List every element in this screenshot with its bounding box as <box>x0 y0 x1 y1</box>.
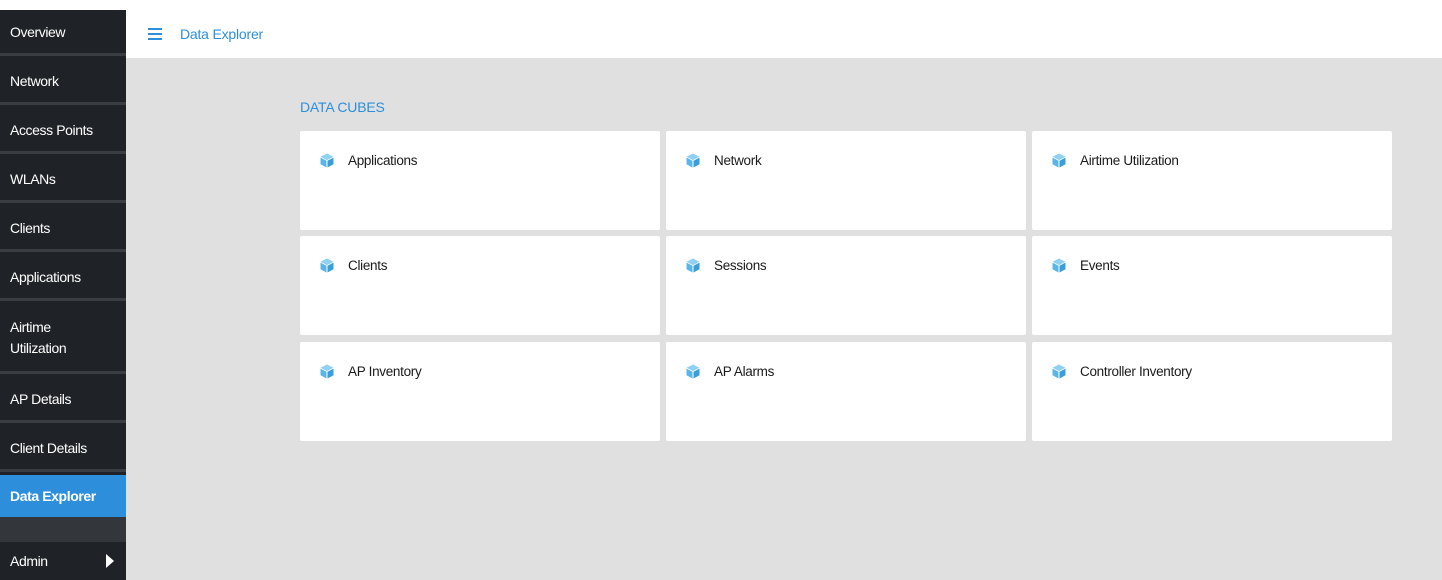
cube-card-controller-inventory[interactable]: Controller Inventory <box>1032 342 1392 441</box>
sidebar-item-label: Overview <box>10 23 66 40</box>
sidebar-item-label: Client Details <box>10 439 87 456</box>
sidebar-item-label: Data Explorer <box>10 488 96 504</box>
cube-card-label: Airtime Utilization <box>1080 153 1179 168</box>
sidebar-item-label: Clients <box>10 219 50 236</box>
cube-icon <box>1052 258 1066 273</box>
cube-card-label: Clients <box>348 258 388 273</box>
cube-card-label: Applications <box>348 153 418 168</box>
sidebar-item-label: Network <box>10 72 59 89</box>
sidebar-item-label-line1: Airtime <box>10 318 51 335</box>
hamburger-menu-icon[interactable] <box>148 28 162 40</box>
sidebar-item-applications[interactable]: Applications <box>0 255 126 301</box>
cube-icon <box>1052 153 1066 168</box>
main-content: DATA CUBES Applications Network Airtime … <box>126 58 1442 580</box>
cube-card-label: AP Alarms <box>714 364 775 379</box>
sidebar-item-access-points[interactable]: Access Points <box>0 108 126 154</box>
sidebar-item-label: Access Points <box>10 121 93 138</box>
sidebar-nav: Overview Network Access Points WLANs Cli… <box>0 10 126 580</box>
sidebar-divider <box>0 517 126 542</box>
sidebar-item-label-line2: Utilization <box>10 339 67 356</box>
cube-card-label: Controller Inventory <box>1080 364 1192 379</box>
sidebar-item-label: Applications <box>10 268 81 285</box>
cube-card-sessions[interactable]: Sessions <box>666 236 1026 335</box>
cube-card-events[interactable]: Events <box>1032 236 1392 335</box>
top-bar: Data Explorer <box>126 10 1442 58</box>
cube-card-clients[interactable]: Clients <box>300 236 660 335</box>
sidebar-item-data-explorer[interactable]: Data Explorer <box>0 475 126 517</box>
sidebar-item-airtime-utilization[interactable]: Airtime Utilization <box>0 304 126 374</box>
sidebar-item-network[interactable]: Network <box>0 59 126 105</box>
cube-icon <box>1052 364 1066 379</box>
cube-card-ap-alarms[interactable]: AP Alarms <box>666 342 1026 441</box>
cube-icon <box>320 258 334 273</box>
cube-card-network[interactable]: Network <box>666 131 1026 230</box>
cube-icon <box>686 153 700 168</box>
cube-icon <box>320 153 334 168</box>
cube-card-airtime-utilization[interactable]: Airtime Utilization <box>1032 131 1392 230</box>
cube-icon <box>686 364 700 379</box>
cube-icon <box>686 258 700 273</box>
cube-icon <box>320 364 334 379</box>
sidebar-item-overview[interactable]: Overview <box>0 10 126 56</box>
cube-card-label: Network <box>714 153 762 168</box>
sidebar-item-wlans[interactable]: WLANs <box>0 157 126 203</box>
sidebar-item-label: Admin <box>10 553 48 569</box>
page-title: Data Explorer <box>180 26 263 42</box>
cube-card-ap-inventory[interactable]: AP Inventory <box>300 342 660 441</box>
sidebar-item-label: WLANs <box>10 170 56 187</box>
cube-card-label: Events <box>1080 258 1120 273</box>
cube-card-applications[interactable]: Applications <box>300 131 660 230</box>
sidebar-item-clients[interactable]: Clients <box>0 206 126 252</box>
section-title: DATA CUBES <box>300 99 385 115</box>
sidebar-item-label: AP Details <box>10 390 72 407</box>
sidebar-item-client-details[interactable]: Client Details <box>0 426 126 472</box>
sidebar-item-ap-details[interactable]: AP Details <box>0 377 126 423</box>
cube-card-label: AP Inventory <box>348 364 422 379</box>
sidebar-item-admin[interactable]: Admin <box>0 542 126 580</box>
cube-card-label: Sessions <box>714 258 767 273</box>
caret-right-icon <box>106 554 114 568</box>
